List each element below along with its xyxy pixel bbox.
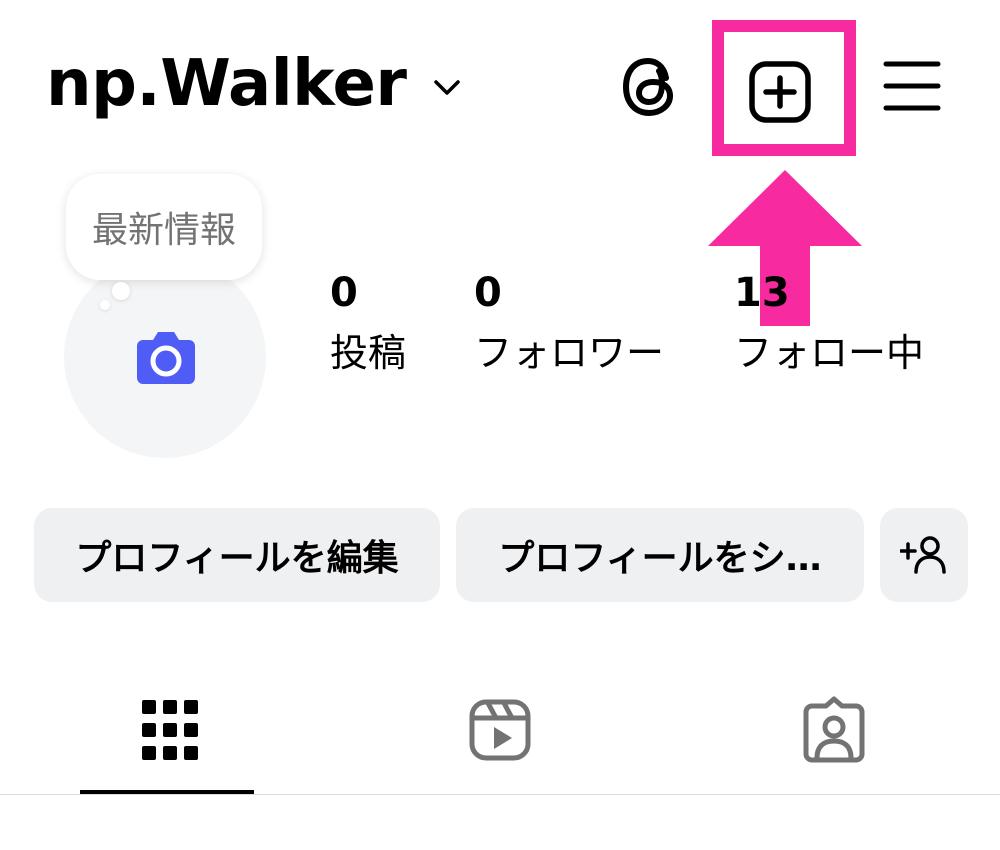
followers-label[interactable]: フォロワー: [474, 330, 664, 376]
hamburger-menu-icon[interactable]: [882, 56, 942, 116]
posts-label[interactable]: 投稿: [330, 330, 406, 376]
posts-count: 0: [330, 270, 358, 316]
highlight-box: [712, 20, 856, 156]
tab-divider: [0, 794, 1000, 795]
profile-page: np.Walker 0 投稿 0 フォロワー 13 フォロー中 最新情報 プロフ…: [0, 0, 1000, 850]
notes-bubble[interactable]: 最新情報: [66, 174, 262, 280]
add-person-icon: [900, 536, 946, 574]
following-count: 13: [734, 270, 790, 316]
followers-count: 0: [474, 270, 502, 316]
discover-people-button[interactable]: [880, 508, 968, 602]
bubble-tail-dot: [112, 282, 130, 300]
share-profile-label: プロフィールをシ…: [498, 538, 822, 579]
bubble-tail-dot-small: [100, 300, 110, 310]
share-profile-button[interactable]: プロフィールをシ…: [456, 508, 864, 602]
grid-icon[interactable]: [138, 696, 202, 764]
chevron-down-icon[interactable]: [430, 70, 464, 104]
edit-profile-button[interactable]: プロフィールを編集: [34, 508, 440, 602]
camera-icon: [137, 332, 195, 384]
threads-icon[interactable]: [620, 56, 678, 118]
profile-username[interactable]: np.Walker: [46, 44, 407, 124]
edit-profile-label: プロフィールを編集: [75, 538, 399, 579]
notes-bubble-text: 最新情報: [91, 210, 236, 251]
tagged-person-icon[interactable]: [802, 696, 866, 764]
following-label[interactable]: フォロー中: [734, 330, 924, 376]
reels-icon[interactable]: [468, 696, 532, 764]
